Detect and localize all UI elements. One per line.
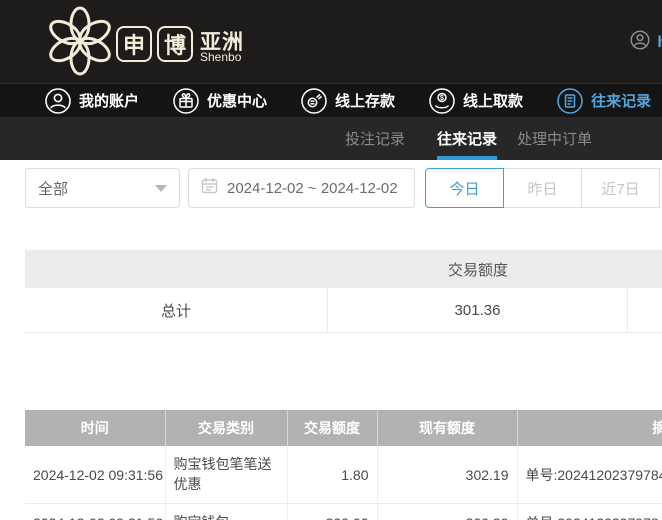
cell-type: 购宝钱包 — [165, 503, 288, 520]
cell-time: 2024-12-02 09:31:56 — [25, 503, 166, 520]
header-amount: 交易额度 — [287, 410, 378, 446]
brand-latin: Shenbo — [200, 50, 242, 64]
user-area[interactable]: hy — [630, 30, 662, 55]
table-row: 2024-12-02 09:31:56 购宝钱包 300.00 300.39 单… — [25, 503, 662, 520]
sub-tab-bar: 投注记录 往来记录 处理中订单 — [0, 117, 662, 160]
active-tab-underline — [437, 156, 497, 160]
quick-date-buttons: 今日 昨日 近7日 — [425, 168, 660, 208]
cell-type: 购宝钱包笔笔送优惠 — [165, 446, 288, 505]
summary-amount-header: 交易额度 — [447, 261, 508, 279]
svg-text:$: $ — [440, 95, 444, 102]
tab-label: 处理中订单 — [517, 131, 593, 148]
brand-char-bo: 博 — [157, 26, 193, 62]
header-time: 时间 — [25, 410, 166, 446]
transactions-table: 时间 交易类别 交易额度 现有额度 摘要 2024-12-02 09:31:56… — [25, 410, 662, 520]
deposit-icon — [301, 87, 327, 114]
table-header-row: 时间 交易类别 交易额度 现有额度 摘要 — [25, 410, 662, 446]
cell-time: 2024-12-02 09:31:56 — [25, 446, 166, 505]
summary-total-label: 总计 — [25, 288, 328, 332]
header-balance: 现有额度 — [377, 410, 518, 446]
summary-cell-empty — [628, 288, 662, 332]
cell-amount: 1.80 — [287, 446, 378, 505]
nav-label: 我的账户 — [79, 93, 140, 110]
tab-transaction-records[interactable]: 往来记录 — [437, 117, 497, 160]
nav-label: 往来记录 — [591, 93, 652, 110]
calendar-icon — [201, 177, 218, 199]
flower-logo-icon — [44, 5, 116, 77]
chevron-down-icon — [155, 184, 167, 192]
user-icon — [45, 87, 71, 114]
user-avatar-icon — [630, 30, 650, 55]
summary-total-row: 总计 301.36 — [25, 288, 662, 333]
summary-header-row: 交易额度 — [25, 250, 662, 288]
cell-balance: 300.39 — [377, 503, 518, 520]
nav-item-deposit[interactable]: 线上存款 — [301, 87, 396, 114]
page: 申 博 亚洲 Shenbo hy 我的账户 — [0, 0, 662, 520]
today-button[interactable]: 今日 — [425, 168, 504, 208]
brand-char-shen: 申 — [116, 26, 152, 62]
cell-memo: 单号:20241202379784 — [517, 446, 662, 505]
nav-label: 线上存款 — [335, 93, 396, 110]
table-row: 2024-12-02 09:31:56 购宝钱包笔笔送优惠 1.80 302.1… — [25, 446, 662, 505]
tab-processing-orders[interactable]: 处理中订单 — [517, 117, 592, 160]
summary-total-value: 301.36 — [328, 288, 628, 332]
header-type: 交易类别 — [165, 410, 288, 446]
nav-label: 线上取款 — [463, 93, 524, 110]
nav-item-records[interactable]: 往来记录 — [557, 87, 652, 114]
transaction-type-select[interactable]: 全部 — [25, 168, 180, 208]
brand-header: 申 博 亚洲 Shenbo hy — [0, 0, 662, 83]
withdraw-icon: $ — [429, 87, 455, 114]
cell-balance: 302.19 — [377, 446, 518, 505]
tab-bet-records[interactable]: 投注记录 — [345, 117, 405, 160]
main-nav: 我的账户 优惠中心 线上存款 $ 线上取款 往来记录 — [0, 83, 662, 117]
summary-header-spacer — [25, 250, 328, 288]
date-range-input[interactable]: 2024-12-02 ~ 2024-12-02 — [188, 168, 415, 208]
header-memo: 摘要 — [517, 410, 662, 446]
summary-table: 交易额度 总计 301.36 — [25, 250, 662, 333]
tab-label: 往来记录 — [437, 131, 498, 148]
select-value: 全部 — [38, 180, 69, 198]
tab-label: 投注记录 — [345, 131, 406, 148]
nav-item-promotions[interactable]: 优惠中心 — [173, 87, 268, 114]
nav-label: 优惠中心 — [207, 93, 268, 110]
date-range-value: 2024-12-02 ~ 2024-12-02 — [227, 179, 398, 197]
username[interactable]: hy — [657, 34, 662, 52]
nav-item-withdraw[interactable]: $ 线上取款 — [429, 87, 524, 114]
cell-amount: 300.00 — [287, 503, 378, 520]
records-icon — [557, 87, 583, 114]
cell-memo: 单号:20241202379784 — [517, 503, 662, 520]
yesterday-button[interactable]: 昨日 — [503, 168, 582, 208]
summary-header-spacer — [628, 250, 662, 288]
nav-item-my-account[interactable]: 我的账户 — [45, 87, 140, 114]
last-7-days-button[interactable]: 近7日 — [581, 168, 660, 208]
gift-icon — [173, 87, 199, 114]
